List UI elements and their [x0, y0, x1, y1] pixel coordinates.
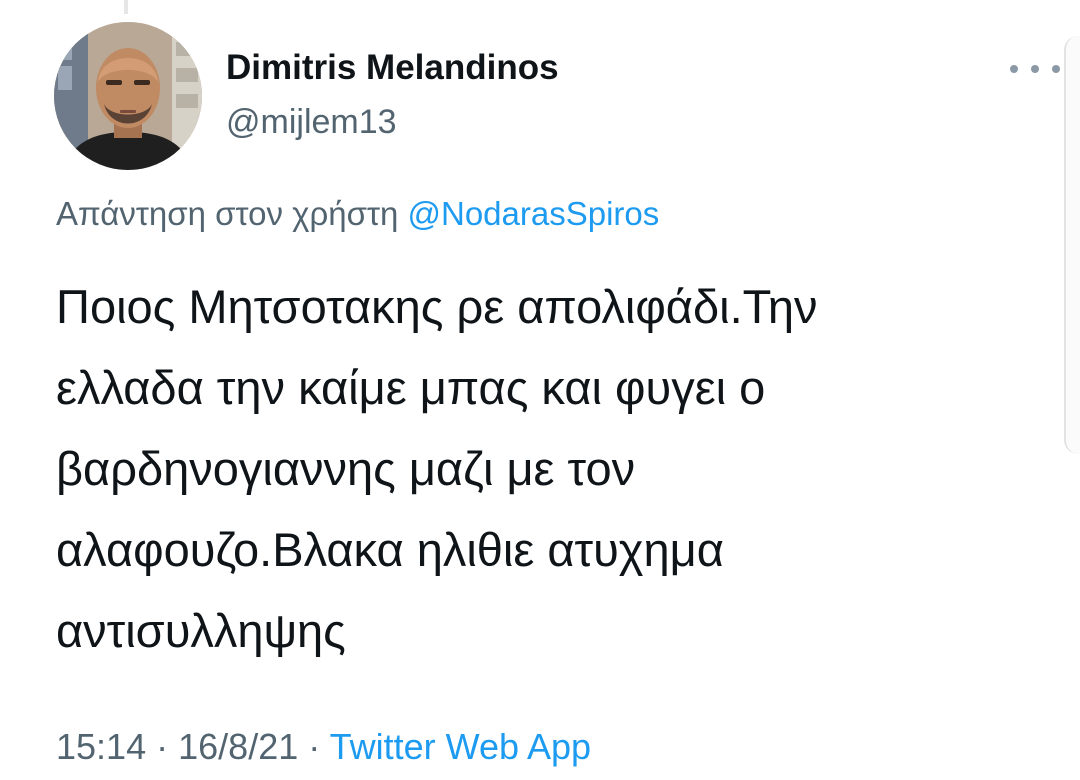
- profile-photo: [54, 22, 202, 170]
- tweet-text-line: Ποιος Μητσοτακης ρε απολιφάδι.Την: [56, 280, 818, 333]
- author-names: Dimitris Melandinos @mijlem13: [226, 46, 559, 144]
- meta-separator: ·: [156, 726, 169, 767]
- reply-mention-link[interactable]: @NodarasSpiros: [408, 195, 660, 232]
- tweet-text-line: αντισυλληψης: [56, 604, 346, 657]
- author-display-name[interactable]: Dimitris Melandinos: [226, 46, 559, 90]
- tweet-text-line: αλαφουζο.Βλακα ηλιθιε ατυχημα: [56, 523, 724, 576]
- tweet-meta: 15:14 · 16/8/21 · Twitter Web App: [56, 722, 591, 772]
- tweet-time[interactable]: 15:14: [56, 726, 146, 767]
- side-panel-edge: [1064, 36, 1080, 454]
- more-options-icon[interactable]: [1010, 54, 1060, 84]
- tweet-source-link[interactable]: Twitter Web App: [330, 726, 591, 767]
- reply-context: Απάντηση στον χρήστη @NodarasSpiros: [56, 192, 659, 236]
- more-dot: [1031, 65, 1039, 73]
- tweet-text: Ποιος Μητσοτακης ρε απολιφάδι.Την ελλαδα…: [56, 266, 1046, 671]
- more-dot: [1052, 65, 1060, 73]
- tweet-date[interactable]: 16/8/21: [178, 726, 298, 767]
- more-dot: [1010, 65, 1018, 73]
- top-edge-mark: [124, 0, 128, 14]
- avatar[interactable]: [54, 22, 202, 170]
- tweet-text-line: ελλαδα την καίμε μπας και φυγει ο: [56, 361, 766, 414]
- tweet-header: Dimitris Melandinos @mijlem13: [54, 22, 559, 170]
- tweet-text-line: βαρδηνογιαννης μαζι με τον: [56, 442, 636, 495]
- reply-prefix: Απάντηση στον χρήστη: [56, 195, 399, 232]
- author-handle[interactable]: @mijlem13: [226, 100, 559, 144]
- meta-separator: ·: [308, 726, 321, 767]
